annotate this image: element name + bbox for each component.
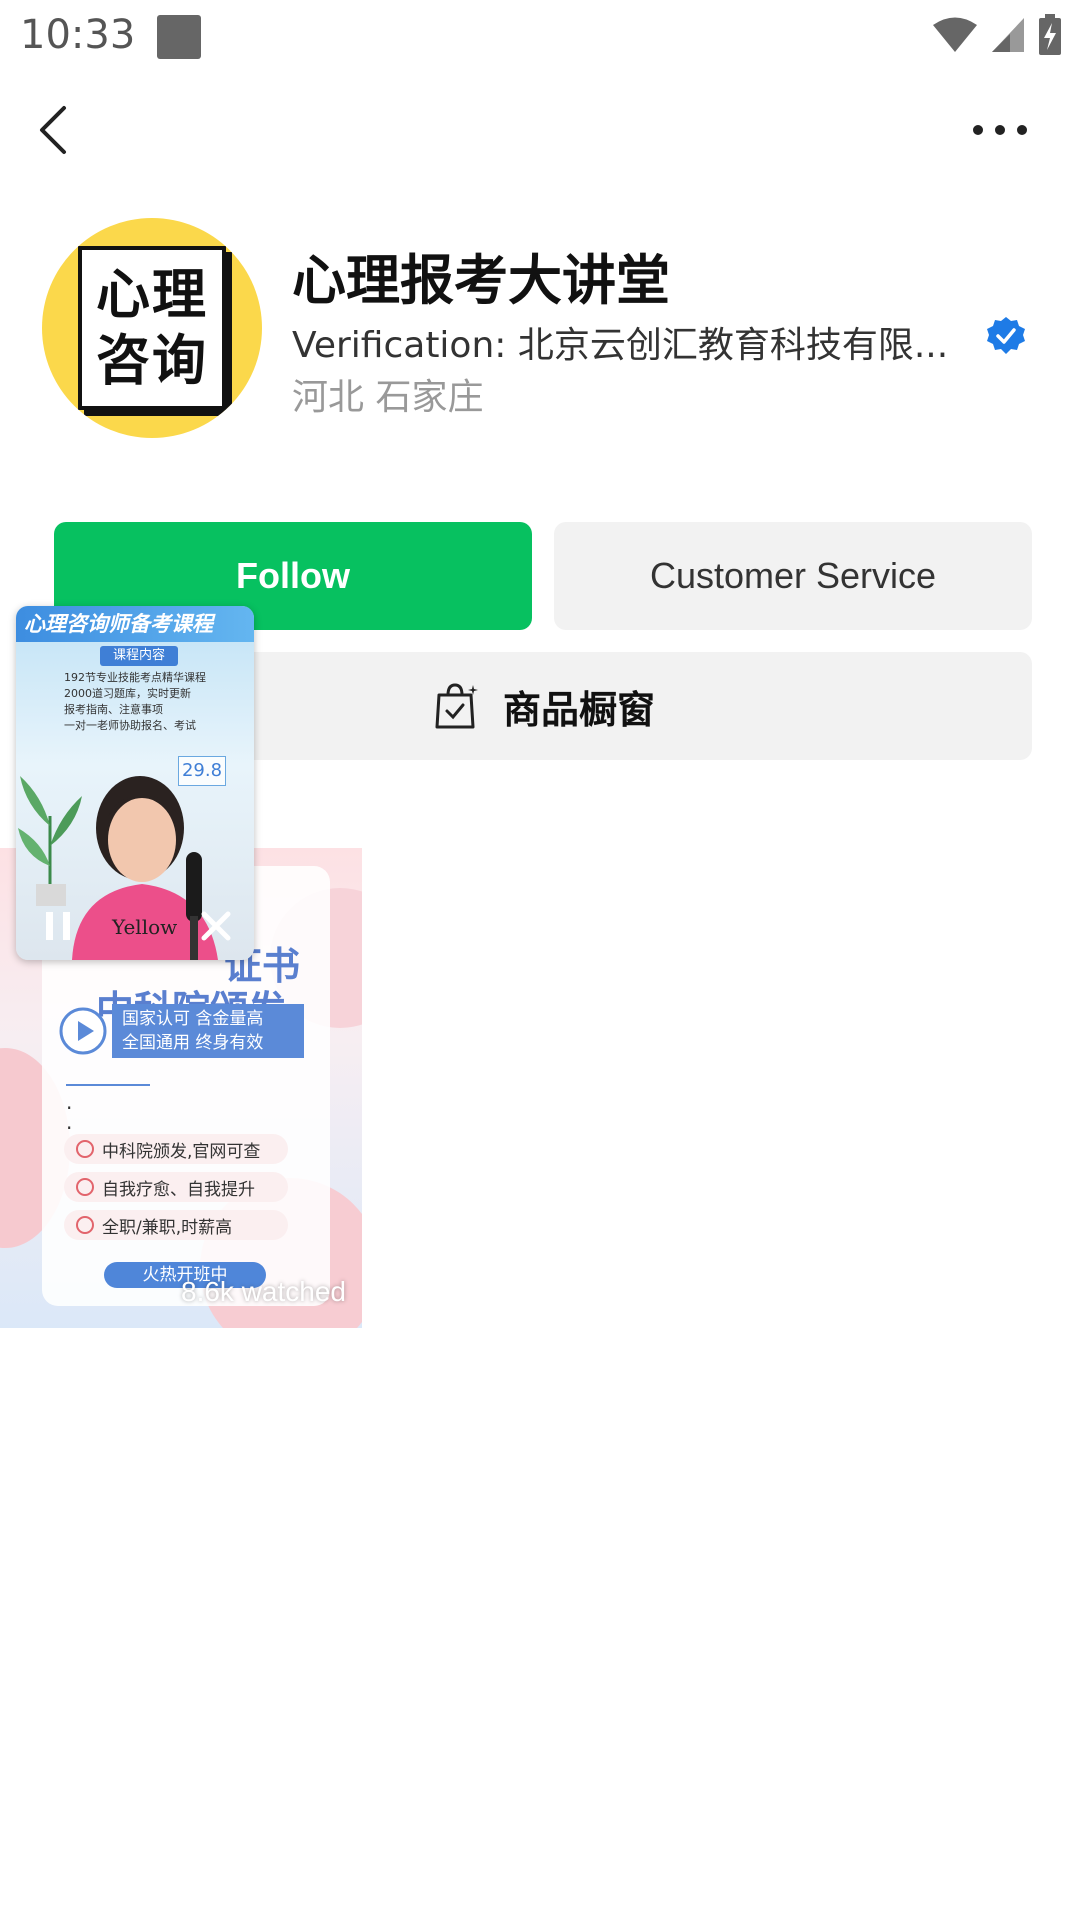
status-bar: 10:33 bbox=[0, 0, 1080, 74]
verified-badge-icon bbox=[987, 317, 1025, 354]
mini-player-line: 192节专业技能考点精华课程 bbox=[64, 671, 206, 684]
check-circle-icon bbox=[76, 1178, 94, 1196]
mini-player-line: 2000道习题库，实时更新 bbox=[64, 687, 191, 700]
poster-dots: · · bbox=[66, 1096, 73, 1140]
poster-banner-line2: 全国通用 终身有效 bbox=[122, 1033, 264, 1053]
battery-icon bbox=[1039, 14, 1061, 55]
check-circle-icon bbox=[76, 1216, 94, 1234]
check-circle-icon bbox=[76, 1140, 94, 1158]
play-icon bbox=[59, 1007, 107, 1055]
shop-window-label: 商品橱窗 bbox=[502, 687, 655, 732]
mini-player-header: 心理咨询师备考课程 bbox=[16, 606, 254, 642]
avatar-text-line2: 咨询 bbox=[96, 329, 208, 392]
avatar[interactable]: 心理 咨询 bbox=[42, 218, 262, 438]
close-icon[interactable] bbox=[196, 906, 236, 946]
wifi-icon bbox=[933, 17, 977, 52]
customer-service-button[interactable]: Customer Service bbox=[554, 522, 1032, 630]
pause-icon[interactable] bbox=[38, 906, 78, 946]
mini-player-line: 一对一老师协助报名、考试 bbox=[64, 719, 196, 732]
status-icons bbox=[932, 14, 1062, 56]
feature-label: 全职/兼职,时薪高 bbox=[102, 1217, 233, 1238]
avatar-logo-card: 心理 咨询 bbox=[78, 246, 226, 410]
mini-player-line: 报考指南、注意事项 bbox=[64, 703, 163, 716]
mini-player-sub: 课程内容 bbox=[100, 646, 178, 666]
feature-item: 全职/兼职,时薪高 bbox=[64, 1210, 288, 1240]
signal-icon bbox=[992, 18, 1024, 52]
watched-count: 8.6k watched bbox=[181, 1276, 346, 1307]
profile-verification[interactable]: Verification: 北京云创汇教育科技有限... bbox=[292, 316, 962, 368]
feature-label: 中科院颁发,官网可查 bbox=[102, 1141, 261, 1162]
feature-item: 自我疗愈、自我提升 bbox=[64, 1172, 288, 1202]
profile-location: 河北 石家庄 bbox=[292, 377, 484, 418]
status-time: 10:33 bbox=[20, 12, 136, 58]
more-dots-icon[interactable] bbox=[968, 112, 1032, 148]
mini-player-lines: 192节专业技能考点精华课程 2000道习题库，实时更新 报考指南、注意事项 一… bbox=[64, 670, 206, 734]
poster-banner: 国家认可 含金量高 全国通用 终身有效 bbox=[112, 1004, 304, 1058]
notification-icon bbox=[157, 15, 201, 59]
shop-bag-icon bbox=[435, 683, 478, 729]
back-arrow-icon[interactable] bbox=[28, 100, 80, 160]
feature-label: 自我疗愈、自我提升 bbox=[102, 1179, 255, 1200]
svg-text:Yellow: Yellow bbox=[111, 915, 177, 939]
poster-banner-line1: 国家认可 含金量高 bbox=[122, 1009, 264, 1029]
poster-divider bbox=[66, 1084, 150, 1086]
avatar-text-line1: 心理 bbox=[96, 263, 208, 326]
feature-item: 中科院颁发,官网可查 bbox=[64, 1134, 288, 1164]
floating-mini-player[interactable]: 心理咨询师备考课程 课程内容 192节专业技能考点精华课程 2000道习题库，实… bbox=[16, 606, 254, 960]
profile-name: 心理报考大讲堂 bbox=[292, 249, 670, 312]
